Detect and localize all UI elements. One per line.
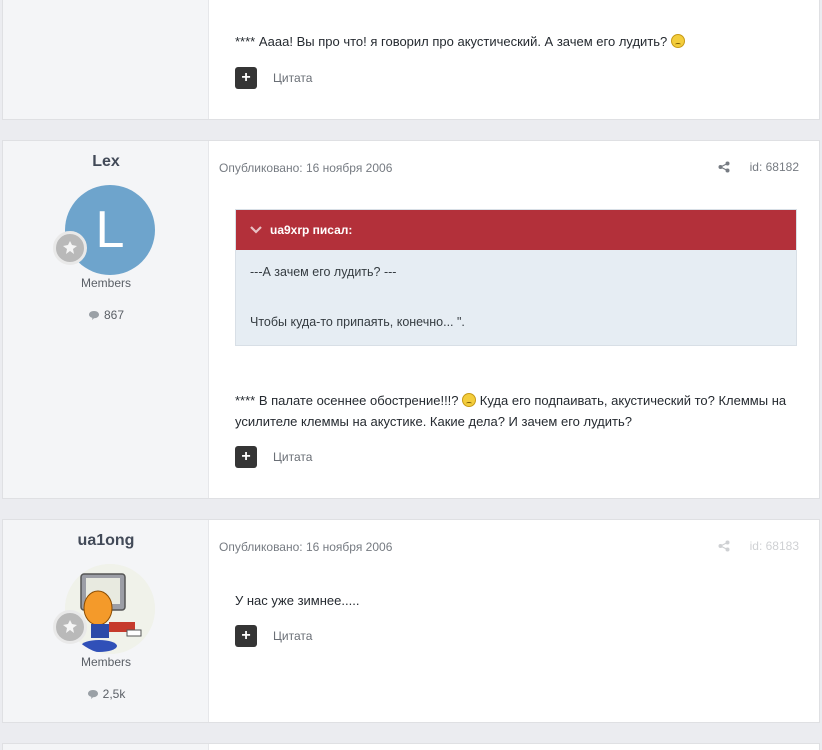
member-group: Members: [80, 276, 131, 290]
avatar-letter: L: [95, 201, 125, 259]
post-date[interactable]: Опубликовано: 16 ноября 2006: [219, 161, 392, 175]
post-actions: + Цитата: [235, 67, 312, 89]
post-count: 867: [3, 308, 209, 322]
multiquote-add-button[interactable]: +: [235, 446, 257, 468]
author-panel: [3, 0, 209, 119]
author-panel: Lex L Members 867: [3, 141, 209, 498]
author-name[interactable]: Lex: [3, 153, 209, 171]
post-3: ua1ong Members 2,5k Опубликовано: 16 ноя…: [2, 519, 820, 723]
post-text: Куда его подпаивать, акустический то? Кл…: [479, 393, 787, 408]
quote-line: ---А зачем его лудить? ---: [250, 265, 397, 279]
post-id[interactable]: id: 68183: [750, 539, 799, 553]
post-text: **** В палате осеннее обострение!!!?: [235, 393, 459, 408]
post-content: Опубликовано: 16 ноября 2006 id: 68183 У…: [209, 520, 819, 722]
post-content: **** Аааа! Вы про что! я говорил про аку…: [209, 0, 819, 119]
post-id[interactable]: id: 68182: [750, 160, 799, 174]
post-meta: id: 68182: [718, 160, 799, 174]
post-body: **** Аааа! Вы про что! я говорил про аку…: [235, 31, 685, 52]
post-count: 2,5k: [3, 687, 209, 701]
post-4-edge: [2, 743, 820, 750]
quote-body: ---А зачем его лудить? --- Чтобы куда-то…: [236, 250, 796, 362]
post-actions: + Цитата: [235, 446, 312, 468]
sad-emoji-icon: [462, 393, 477, 407]
post-text: **** Аааа! Вы про что! я говорил про аку…: [235, 34, 668, 49]
comment-icon: [87, 689, 98, 699]
rank-badge-icon: [53, 610, 87, 644]
comment-icon: [88, 310, 99, 320]
post-actions: + Цитата: [235, 625, 312, 647]
post-content: Опубликовано: 16 ноября 2006 id: 68182 u…: [209, 141, 819, 498]
quote-line: Чтобы куда-то припаять, конечно... ".: [250, 315, 465, 329]
post-meta: id: 68183: [718, 539, 799, 553]
author-panel: ua1ong Members 2,5k: [3, 520, 209, 722]
post-body: **** В палате осеннее обострение!!!? Куд…: [235, 390, 786, 432]
author-name[interactable]: ua1ong: [3, 532, 209, 550]
share-icon[interactable]: [718, 161, 730, 173]
post-text: У нас уже зимнее.....: [235, 593, 360, 608]
post-text: усилителе клеммы на акустике. Какие дела…: [235, 414, 632, 429]
author-panel: [3, 744, 209, 750]
chevron-down-icon: [250, 226, 262, 234]
quote-button[interactable]: Цитата: [273, 450, 312, 464]
quote-button[interactable]: Цитата: [273, 71, 312, 85]
member-group: Members: [80, 655, 131, 669]
multiquote-add-button[interactable]: +: [235, 625, 257, 647]
post-count-value: 867: [103, 308, 125, 322]
quote-block: ua9xrp писал: ---А зачем его лудить? ---…: [235, 209, 797, 346]
post-1: **** Аааа! Вы про что! я говорил про аку…: [2, 0, 820, 120]
quote-button[interactable]: Цитата: [273, 629, 312, 643]
post-count-value: 2,5k: [102, 687, 126, 701]
post-date[interactable]: Опубликовано: 16 ноября 2006: [219, 540, 392, 554]
rank-badge-icon: [53, 231, 87, 265]
sad-emoji-icon: [670, 34, 685, 48]
quote-header[interactable]: ua9xrp писал:: [236, 210, 796, 250]
quote-author: ua9xrp писал:: [270, 223, 353, 237]
share-icon[interactable]: [718, 540, 730, 552]
multiquote-add-button[interactable]: +: [235, 67, 257, 89]
post-content: [209, 744, 819, 750]
post-2: Lex L Members 867 Опубликовано: 16 ноябр…: [2, 140, 820, 499]
